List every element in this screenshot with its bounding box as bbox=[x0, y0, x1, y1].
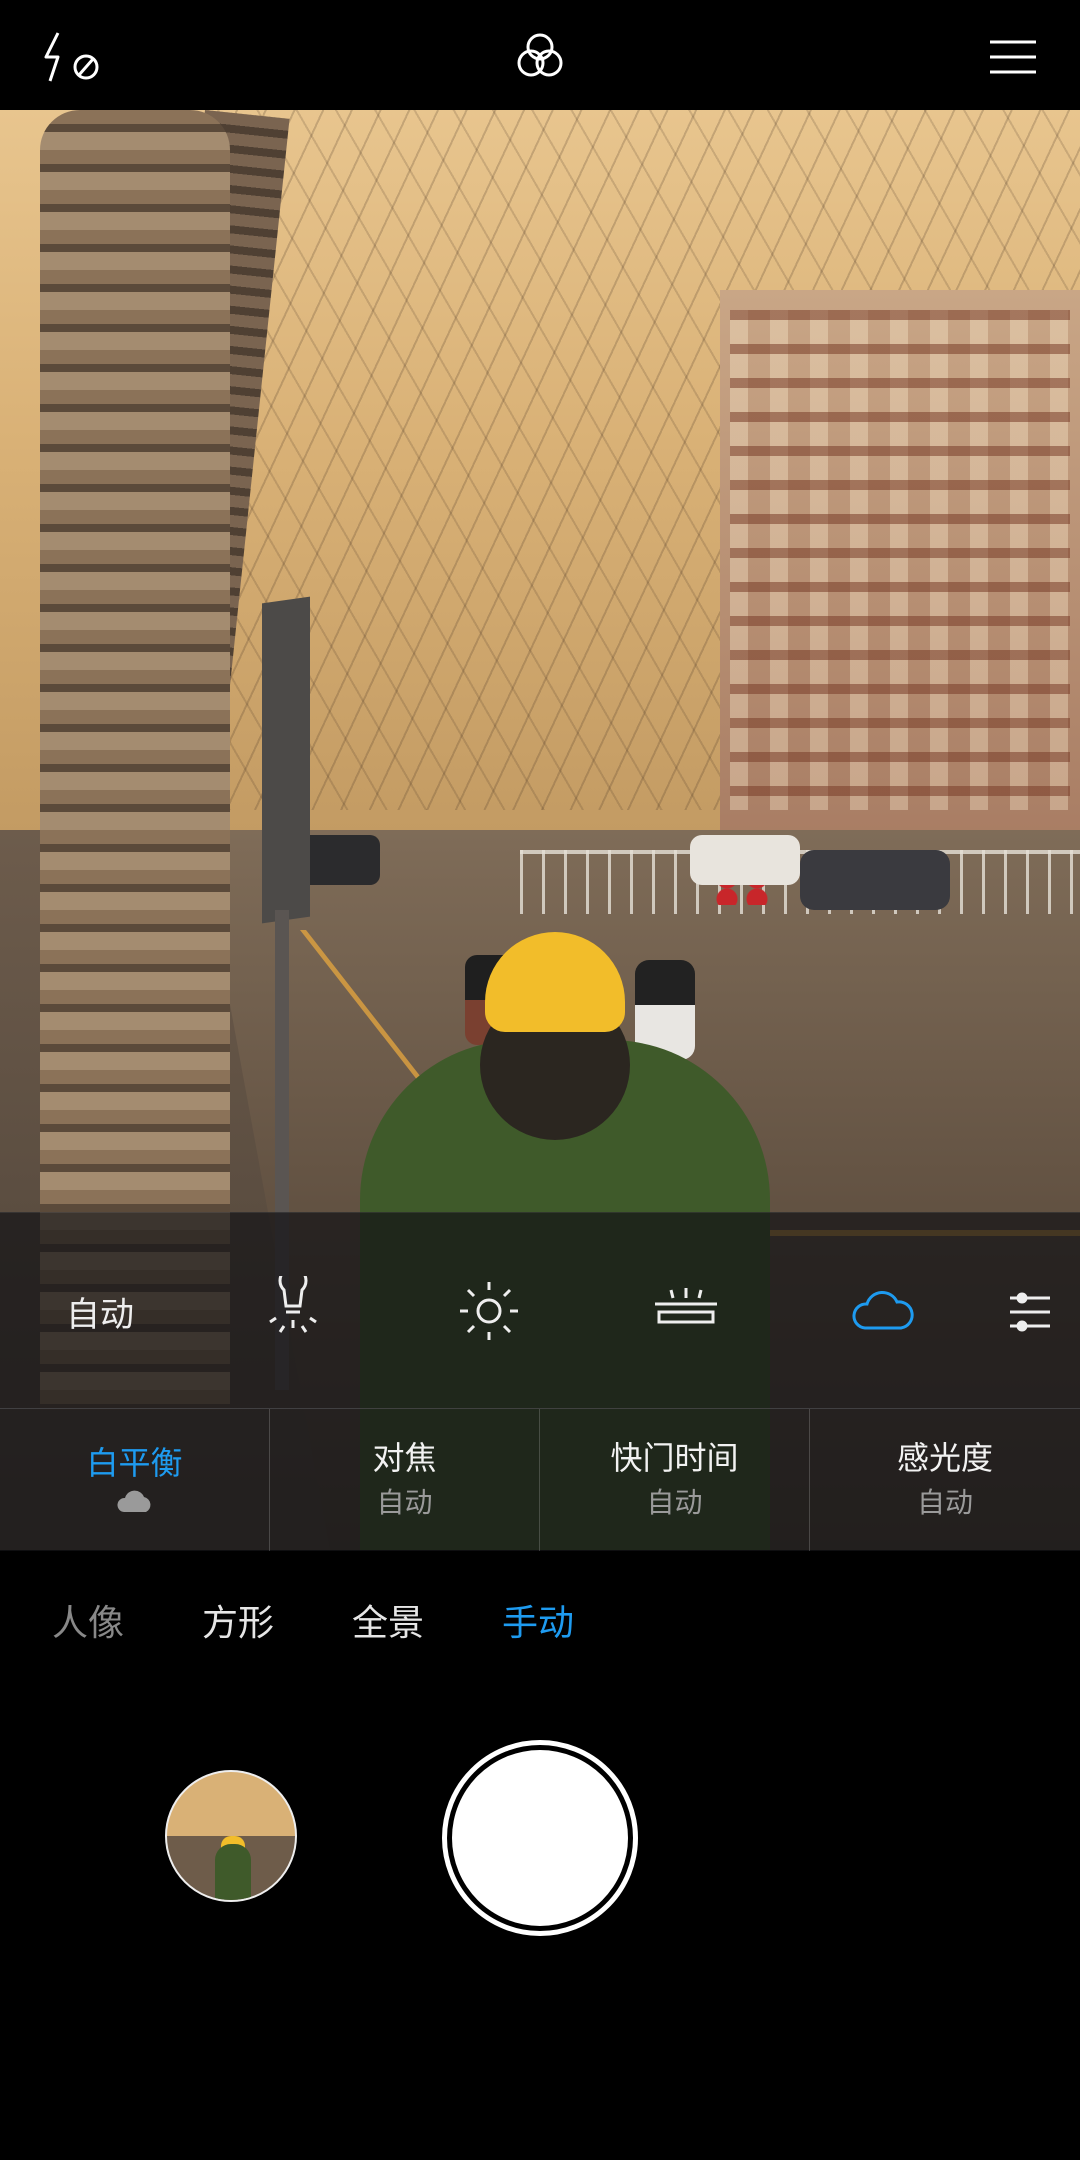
mode-panorama[interactable]: 全景 bbox=[352, 1594, 424, 1646]
custom-adjust-icon bbox=[1010, 1292, 1050, 1332]
manual-parameters: 白平衡 对焦 自动 快门时间 自动 感光度 自动 bbox=[0, 1408, 1080, 1551]
wb-option-custom[interactable] bbox=[1010, 1213, 1080, 1409]
preview-car bbox=[300, 835, 380, 885]
wb-auto-label: 自动 bbox=[66, 1294, 134, 1335]
wb-option-cloudy[interactable] bbox=[812, 1213, 952, 1409]
preview-car bbox=[690, 835, 800, 885]
flash-off-icon[interactable] bbox=[36, 22, 106, 92]
wb-option-fluorescent[interactable] bbox=[616, 1213, 756, 1409]
cloudy-icon bbox=[115, 1486, 155, 1520]
incandescent-bulb-icon bbox=[269, 1276, 317, 1333]
shutter-inner bbox=[452, 1750, 628, 1926]
param-title: 对焦 bbox=[372, 1439, 437, 1477]
param-title: 快门时间 bbox=[610, 1439, 739, 1477]
mode-square[interactable]: 方形 bbox=[202, 1594, 274, 1646]
fluorescent-icon bbox=[655, 1288, 717, 1324]
filters-icon[interactable] bbox=[505, 22, 575, 92]
wb-option-incandescent[interactable] bbox=[223, 1213, 363, 1409]
param-value: 自动 bbox=[646, 1486, 703, 1519]
white-balance-options: 自动 bbox=[0, 1212, 1080, 1409]
hamburger-menu-icon[interactable] bbox=[978, 22, 1048, 92]
param-focus[interactable]: 对焦 自动 bbox=[270, 1409, 540, 1551]
wb-option-auto[interactable]: 自动 bbox=[30, 1213, 170, 1409]
camera-modes: 人像 方形 全景 手动 bbox=[0, 1560, 1080, 1680]
param-value: 自动 bbox=[916, 1486, 973, 1519]
mode-manual[interactable]: 手动 bbox=[502, 1594, 574, 1646]
param-value: 自动 bbox=[376, 1486, 433, 1519]
gallery-thumbnail[interactable] bbox=[165, 1770, 297, 1902]
param-white-balance[interactable]: 白平衡 bbox=[0, 1409, 270, 1551]
mode-portrait[interactable]: 人像 bbox=[52, 1594, 124, 1646]
param-title: 感光度 bbox=[896, 1439, 993, 1477]
param-title: 白平衡 bbox=[86, 1444, 183, 1482]
param-iso[interactable]: 感光度 自动 bbox=[810, 1409, 1080, 1551]
cloudy-icon bbox=[852, 1291, 914, 1330]
camera-screen: 自动 白平衡 对焦 自动 快门时间 自动 感光度 自动 人像 方形 全景 手动 bbox=[0, 0, 1080, 2160]
top-bar bbox=[0, 0, 1080, 110]
shutter-button[interactable] bbox=[442, 1740, 638, 1936]
wb-option-daylight[interactable] bbox=[419, 1213, 559, 1409]
preview-building bbox=[720, 290, 1080, 850]
daylight-sun-icon bbox=[460, 1282, 518, 1340]
param-shutter-time[interactable]: 快门时间 自动 bbox=[540, 1409, 810, 1551]
preview-street-sign bbox=[262, 596, 310, 924]
preview-car bbox=[800, 850, 950, 910]
